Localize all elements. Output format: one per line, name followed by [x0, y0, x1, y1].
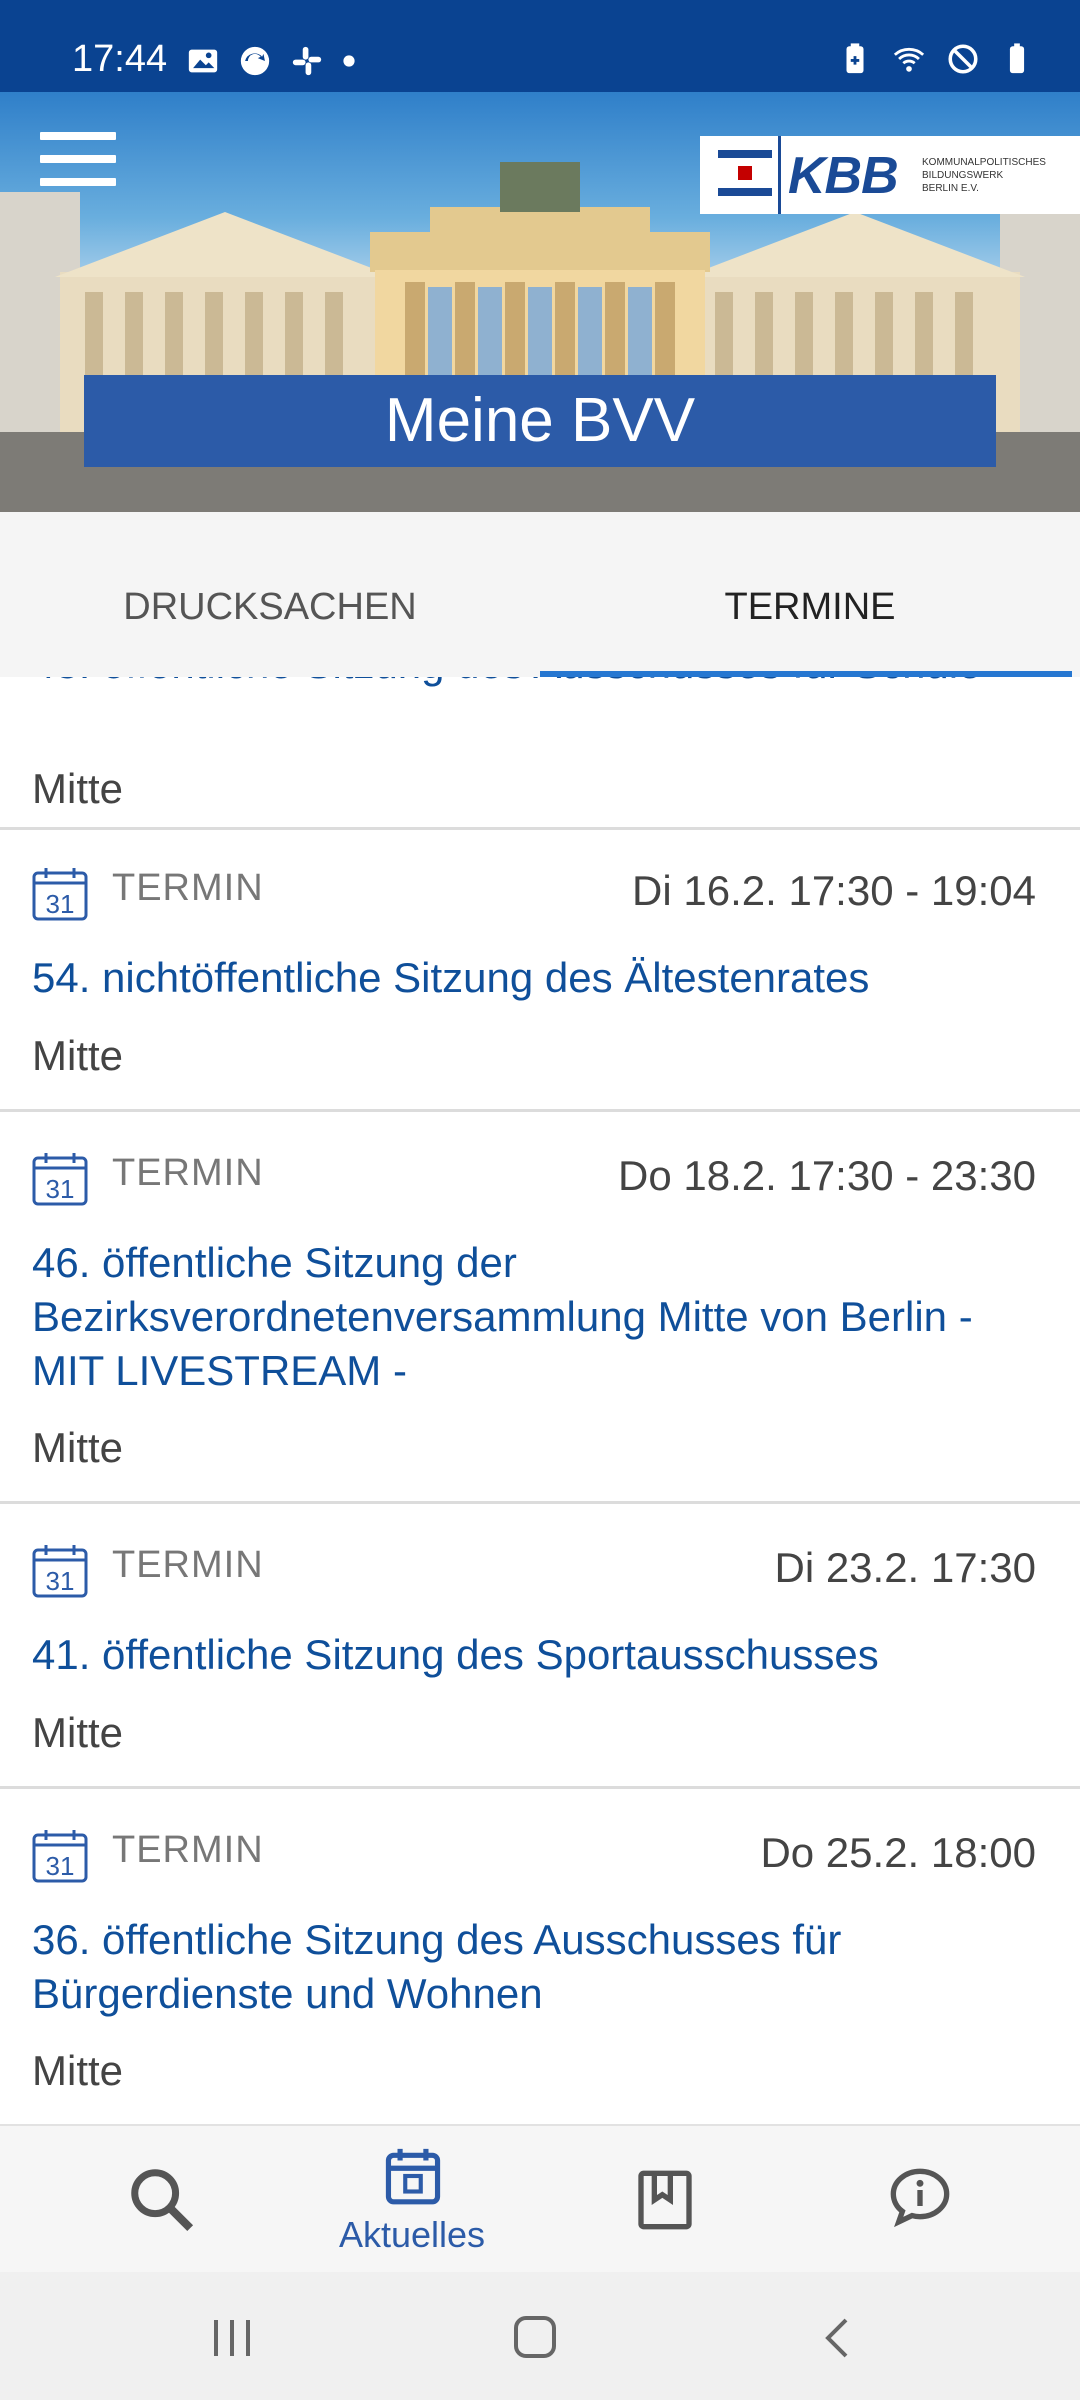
item-district: Mitte [32, 765, 124, 812]
battery-saver-icon [846, 43, 864, 74]
nav-aktuelles[interactable]: Aktuelles [312, 2126, 512, 2274]
termine-list[interactable]: 48. öffentliche Sitzung des Ausschusses … [0, 677, 1080, 2124]
menu-button[interactable] [40, 132, 116, 188]
battery-icon [1009, 43, 1025, 74]
item-district: Mitte [32, 1709, 124, 1756]
nav-bookmarks[interactable] [565, 2126, 765, 2274]
list-item[interactable]: 31 TERMIN Do 18.2. 17:30 - 23:30 46. öff… [0, 1112, 1080, 1504]
status-bar: 17:44 [0, 0, 1080, 92]
list-item[interactable]: 31 TERMIN Di 16.2. 17:30 - 19:04 54. nic… [0, 827, 1080, 1112]
menu-icon-line [40, 155, 116, 163]
logo-subtitle-line: BILDUNGSWERK [922, 170, 1004, 181]
system-icons [838, 42, 1034, 76]
list-item[interactable]: 31 TERMIN Do 25.2. 18:00 36. öffentliche… [0, 1789, 1080, 2124]
nav-search[interactable] [60, 2126, 260, 2274]
dot-icon [343, 55, 355, 67]
svg-text:31: 31 [46, 1174, 75, 1204]
calendar-icon: 31 [32, 1153, 88, 1206]
item-kind: TERMIN [112, 1829, 264, 1871]
item-title: 48. öffentliche Sitzung des Ausschusses … [32, 677, 1052, 691]
bottom-navigation: Aktuelles [0, 2124, 1080, 2274]
system-navigation [0, 2272, 1080, 2400]
calendar-icon: 31 [32, 868, 88, 921]
menu-icon-line [40, 178, 116, 186]
logo-divider [778, 136, 781, 214]
kbb-logo: KBB KOMMUNALPOLITISCHES BILDUNGSWERK BER… [700, 136, 1080, 214]
svg-text:31: 31 [46, 1566, 75, 1596]
image-icon [188, 49, 218, 73]
calendar-icon: 31 [32, 1545, 88, 1598]
item-datetime: Di 16.2. 17:30 - 19:04 [632, 867, 1036, 914]
item-district: Mitte [32, 1032, 124, 1079]
item-datetime: Di 23.2. 17:30 [774, 1544, 1036, 1591]
item-title: 36. öffentliche Sitzung des Ausschusses … [32, 1916, 842, 2017]
search-icon [131, 2169, 194, 2232]
home-icon[interactable] [512, 2314, 558, 2360]
item-datetime: Do 25.2. 18:00 [760, 1829, 1036, 1876]
svg-text:31: 31 [46, 889, 75, 919]
calendar-icon: 31 [32, 1830, 88, 1883]
do-not-disturb-icon [948, 44, 978, 74]
status-time: 17:44 [72, 38, 168, 80]
item-kind: TERMIN [112, 1544, 264, 1586]
item-title: 54. nichtöffentliche Sitzung des Älteste… [32, 954, 870, 1001]
svg-text:31: 31 [46, 1851, 75, 1881]
item-kind: TERMIN [112, 1152, 264, 1194]
list-item[interactable]: 31 TERMIN Di 23.2. 17:30 41. öffentliche… [0, 1504, 1080, 1789]
notification-icons [186, 44, 356, 78]
sync-icon [240, 46, 270, 76]
info-icon [890, 2168, 950, 2228]
list-item[interactable]: 48. öffentliche Sitzung des Ausschusses … [0, 677, 1080, 830]
app-title: Meine BVV [84, 375, 996, 467]
back-icon[interactable] [818, 2316, 858, 2360]
logo-subtitle: KOMMUNALPOLITISCHES BILDUNGSWERK BERLIN … [922, 156, 1072, 195]
logo-mark: KBB [788, 147, 899, 205]
nav-label-aktuelles: Aktuelles [338, 2214, 486, 2255]
nav-info[interactable] [820, 2126, 1020, 2274]
tab-termine[interactable]: TERMINE [540, 512, 1080, 677]
logo-subtitle-line: BERLIN E.V. [922, 183, 979, 194]
berlin-flag-icon [718, 150, 772, 196]
bookmark-icon [638, 2170, 692, 2230]
item-kind: TERMIN [112, 867, 264, 909]
item-title: 41. öffentliche Sitzung des Sportausschu… [32, 1631, 879, 1678]
calendar-icon [385, 2148, 441, 2205]
item-title: 46. öffentliche Sitzung der Bezirksveror… [32, 1239, 973, 1394]
tab-bar: DRUCKSACHEN TERMINE [0, 512, 1080, 677]
logo-subtitle-line: KOMMUNALPOLITISCHES [922, 157, 1046, 168]
wifi-icon [893, 47, 925, 72]
recent-apps-icon[interactable] [210, 2318, 256, 2358]
slack-icon [292, 46, 322, 76]
item-district: Mitte [32, 2047, 124, 2094]
tab-drucksachen[interactable]: DRUCKSACHEN [0, 512, 540, 677]
item-district: Mitte [32, 1424, 124, 1471]
header-banner: KBB KOMMUNALPOLITISCHES BILDUNGSWERK BER… [0, 92, 1080, 512]
item-datetime: Do 18.2. 17:30 - 23:30 [618, 1152, 1036, 1199]
menu-icon [40, 132, 116, 140]
